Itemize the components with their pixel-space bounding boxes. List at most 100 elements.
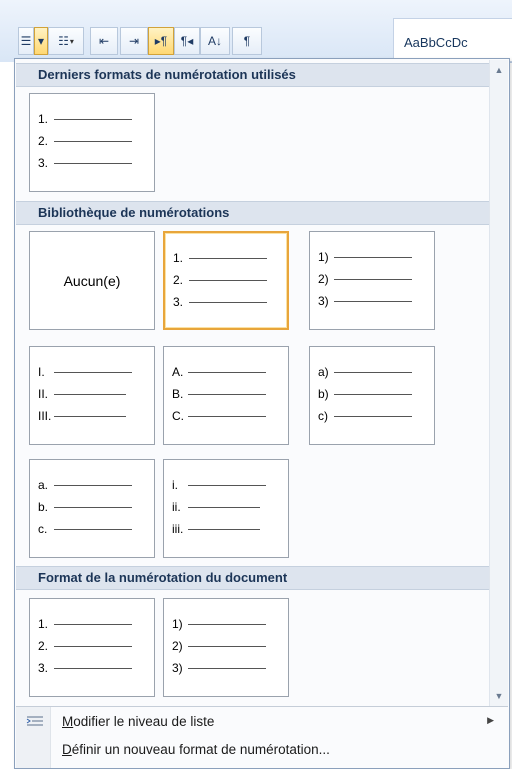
placeholder-line (334, 393, 412, 395)
style-gallery[interactable]: AaBbCcDc (393, 18, 512, 62)
list-marker: 2) (172, 639, 183, 653)
list-row: 1. (38, 617, 132, 631)
list-marker: 3. (173, 295, 184, 309)
list-marker: c. (38, 522, 48, 536)
list-row: 2) (318, 272, 412, 286)
menu-item-define-new-format[interactable]: Définir un nouveau format de numérotatio… (16, 737, 508, 763)
placeholder-line (54, 140, 132, 142)
list-marker: 3. (38, 661, 49, 675)
decrease-indent-icon[interactable]: ⇤ (90, 27, 118, 55)
list-marker: 1) (172, 617, 183, 631)
list-marker: 2. (38, 639, 49, 653)
list-row: C. (172, 409, 266, 423)
dropdown-caret-icon: ▾ (69, 36, 74, 46)
list-marker: c) (318, 409, 328, 423)
library-numbering-tile[interactable]: 1) 2) 3) (309, 231, 435, 330)
numbering-none-tile[interactable]: Aucun(e) (29, 231, 155, 330)
document-numbering-tile[interactable]: 1) 2) 3) (163, 598, 289, 697)
placeholder-line (188, 623, 266, 625)
list-row: A. (172, 365, 266, 379)
list-marker: a) (318, 365, 329, 379)
placeholder-line (334, 371, 412, 373)
placeholder-line (54, 506, 132, 508)
placeholder-line (334, 256, 412, 258)
list-row: 3. (38, 156, 132, 170)
library-numbering-tile[interactable]: A. B. C. (163, 346, 289, 445)
placeholder-line (54, 162, 132, 164)
placeholder-line (54, 623, 132, 625)
section-title-document: Format de la numérotation du document (38, 570, 288, 585)
list-row: b. (38, 500, 132, 514)
gallery-scrollbar[interactable]: ▲ ▼ (489, 60, 508, 706)
list-marker: 2) (318, 272, 329, 286)
multilevel-list-icon[interactable]: ☷ ▾ (48, 27, 84, 55)
list-row: a) (318, 365, 412, 379)
placeholder-line (54, 371, 132, 373)
increase-indent-icon[interactable]: ⇥ (120, 27, 148, 55)
numbering-dropdown-arrow[interactable]: ▾ (34, 27, 48, 55)
list-row: ii. (172, 500, 260, 514)
library-numbering-tile[interactable]: a. b. c. (29, 459, 155, 558)
list-marker: II. (38, 387, 49, 401)
sort-icon[interactable]: A↓ (200, 27, 230, 55)
placeholder-line (189, 257, 267, 259)
placeholder-line (54, 667, 132, 669)
list-row: i. (172, 478, 266, 492)
show-formatting-icon[interactable]: ¶ (232, 27, 262, 55)
list-marker: iii. (172, 522, 184, 536)
menu-divider (16, 706, 508, 707)
list-marker: 1. (173, 251, 184, 265)
placeholder-line (188, 506, 260, 508)
list-row: a. (38, 478, 132, 492)
section-header-recent: Derniers formats de numérotation utilisé… (16, 63, 490, 87)
list-row: c) (318, 409, 412, 423)
list-row: iii. (172, 522, 260, 536)
list-marker: C. (172, 409, 184, 423)
placeholder-line (188, 371, 266, 373)
ltr-text-icon[interactable]: ▸¶ (148, 27, 174, 55)
placeholder-line (188, 645, 266, 647)
scroll-down-arrow-icon[interactable]: ▼ (490, 688, 508, 704)
list-marker: 1. (38, 617, 49, 631)
menu-label-change-list-level: Modifier le niveau de liste (62, 714, 215, 729)
list-row: c. (38, 522, 132, 536)
list-row: 1. (38, 112, 132, 126)
list-row: B. (172, 387, 266, 401)
numbering-icon[interactable]: ☰ (18, 27, 34, 55)
list-marker: 3) (172, 661, 183, 675)
section-title-library: Bibliothèque de numérotations (38, 205, 230, 220)
list-row: 2) (172, 639, 266, 653)
rtl-text-icon[interactable]: ¶◂ (174, 27, 200, 55)
placeholder-line (188, 393, 266, 395)
menu-label-define-new-format: Définir un nouveau format de numérotatio… (62, 742, 330, 757)
ribbon-strip: ☰ ▾ ☷ ▾ ⇤ ⇥ ▸¶ ¶◂ A↓ ¶ AaBbCcDc (0, 0, 512, 63)
list-row: 3. (38, 661, 132, 675)
list-marker: a. (38, 478, 49, 492)
none-label: Aucun(e) (63, 272, 121, 289)
library-numbering-tile[interactable]: i. ii. iii. (163, 459, 289, 558)
list-marker: III. (38, 409, 52, 423)
list-row: 1) (172, 617, 266, 631)
list-marker: A. (172, 365, 184, 379)
list-marker: b) (318, 387, 329, 401)
placeholder-line (188, 528, 260, 530)
list-row: 3) (172, 661, 266, 675)
recent-numbering-tile[interactable]: 1. 2. 3. (29, 93, 155, 192)
scroll-up-arrow-icon[interactable]: ▲ (490, 62, 508, 78)
section-header-library: Bibliothèque de numérotations (16, 201, 490, 225)
numbering-gallery-dropdown: Derniers formats de numérotation utilisé… (14, 58, 510, 769)
list-marker: 3. (38, 156, 49, 170)
section-header-document: Format de la numérotation du document (16, 566, 490, 590)
list-row: I. (38, 365, 132, 379)
placeholder-line (54, 393, 126, 395)
list-marker: 3) (318, 294, 329, 308)
library-numbering-tile[interactable]: 1. 2. 3. (163, 231, 289, 330)
document-numbering-tile[interactable]: 1. 2. 3. (29, 598, 155, 697)
submenu-arrow-icon: ▶ (487, 715, 494, 725)
library-numbering-tile[interactable]: I. II. III. (29, 346, 155, 445)
list-row: 3. (173, 295, 267, 309)
list-row: II. (38, 387, 126, 401)
list-row: 1. (173, 251, 267, 265)
library-numbering-tile[interactable]: a) b) c) (309, 346, 435, 445)
menu-item-change-list-level[interactable]: Modifier le niveau de liste ▶ (16, 709, 508, 735)
